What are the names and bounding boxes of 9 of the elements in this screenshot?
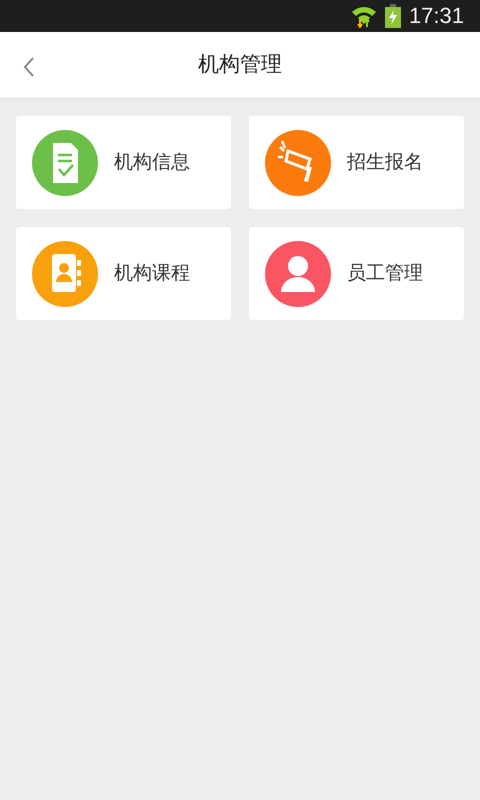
page-title: 机构管理	[198, 51, 282, 78]
menu-tile[interactable]: 招生报名	[249, 116, 464, 209]
back-icon	[22, 54, 36, 79]
menu-tile[interactable]: 机构课程	[16, 227, 231, 320]
menu-tile[interactable]: 员工管理	[249, 227, 464, 320]
battery-icon	[384, 4, 401, 28]
menu-tile[interactable]: 机构信息	[16, 116, 231, 209]
wifi-icon	[350, 4, 377, 28]
status-time: 17:31	[408, 5, 464, 27]
